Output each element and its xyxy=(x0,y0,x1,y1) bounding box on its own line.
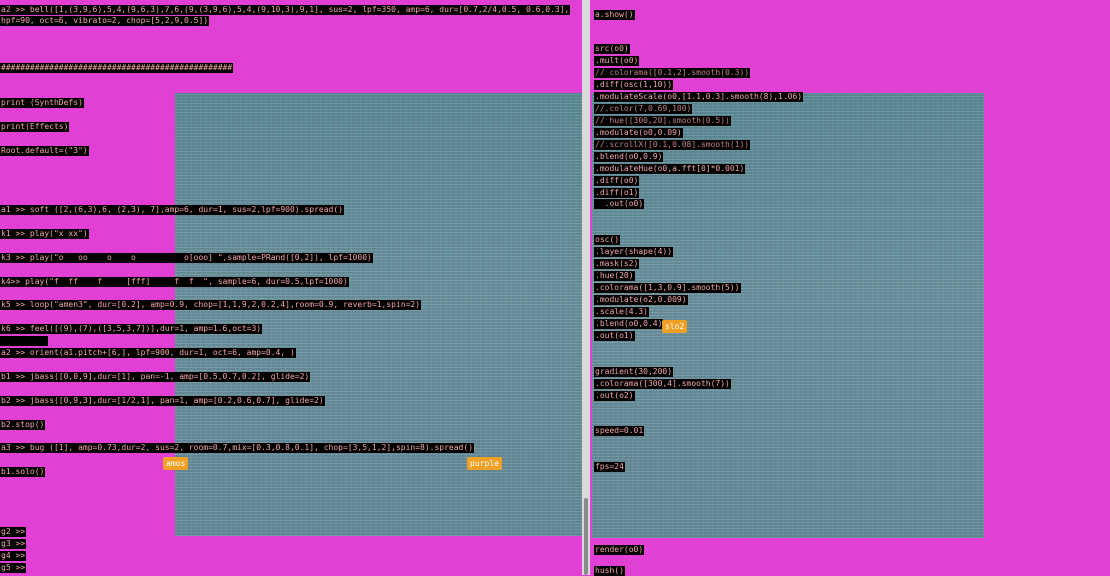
code-line[interactable]: k6 >> feel([(9),(7),([3,5,3,7])],dur=1, … xyxy=(0,324,263,334)
code-line[interactable]: speed=0.01 xyxy=(594,426,645,436)
code-line[interactable]: .blend(o0,0.9) xyxy=(594,152,664,162)
code-line[interactable]: k1 >> play("x xx") xyxy=(0,229,89,239)
code-line[interactable]: a2 >> bell([1,(3,9,6),5,4,(9,6,3),7,6,(9… xyxy=(0,5,571,15)
code-line-comment[interactable]: //.color(7,0.69,100) xyxy=(594,104,693,114)
amos-badge: amos xyxy=(163,457,189,470)
code-line-separator[interactable]: ########################################… xyxy=(0,63,234,73)
code-line[interactable]: .mask(s2) xyxy=(594,259,640,269)
code-line[interactable]: g3 >> xyxy=(0,539,27,549)
code-line[interactable]: .layer(shape(4)) xyxy=(594,247,674,257)
pane-divider[interactable] xyxy=(582,0,590,575)
cursor-block xyxy=(0,336,48,346)
code-line[interactable]: hpf=90, oct=6, vibrato=2, chop=[5,2,9,0.… xyxy=(0,16,210,26)
scrollbar-thumb[interactable] xyxy=(584,498,588,575)
code-line[interactable]: render(o0) xyxy=(594,545,645,555)
code-line[interactable]: a2 >> orient(a1.pitch+[6,], lpf=900, dur… xyxy=(0,348,296,358)
code-line[interactable]: Root.default=("3") xyxy=(0,146,89,156)
code-line[interactable]: print(Effects) xyxy=(0,122,70,132)
code-line[interactable]: .blend(o0,0.4) xyxy=(594,319,664,329)
code-line[interactable]: .hue(20) xyxy=(594,271,635,281)
code-line[interactable]: fps=24 xyxy=(594,462,625,472)
code-line[interactable]: g5 >> xyxy=(0,563,27,573)
code-line[interactable]: g4 >> xyxy=(0,551,27,561)
code-line[interactable]: .diff(o0) xyxy=(594,176,640,186)
code-line[interactable]: .out(o1) xyxy=(594,331,635,341)
code-line[interactable]: .scale(4.3) xyxy=(594,307,649,317)
code-line[interactable]: a1 >> soft ([2,(6,3),6, (2,3), 7],amp=6,… xyxy=(0,205,344,215)
code-line-comment[interactable]: // hue([300,20].smooth(0.5)) xyxy=(594,116,731,126)
code-line[interactable]: .diff(osc(1,10)) xyxy=(594,80,674,90)
code-line-comment[interactable]: // colorama([0.1,2].smooth(0.3)) xyxy=(594,68,751,78)
code-line[interactable]: print (SynthDefs) xyxy=(0,98,84,108)
code-line[interactable]: b2 >> jbass([0,9,3],dur=[1/2,1], pan=1, … xyxy=(0,396,325,406)
code-line[interactable]: .colorama([1,3,0.9].smooth(5)) xyxy=(594,283,741,293)
code-line[interactable]: a.show() xyxy=(594,10,635,20)
code-line[interactable]: b1.solo() xyxy=(0,467,46,477)
code-line[interactable]: .modulateScale(o0,[1.1,0.3].smooth(8),1.… xyxy=(594,92,804,102)
code-line[interactable]: a3 >> bug ([1], amp=0.73,dur=2, sus=2, r… xyxy=(0,443,475,453)
visual-output-left xyxy=(175,93,585,536)
code-line[interactable]: .colorama([300,4].smooth(7)) xyxy=(594,379,731,389)
code-line[interactable]: .modulate(o2,0.009) xyxy=(594,295,688,305)
code-line[interactable]: k4>> play("f ff f [fff] f f ", sample=6,… xyxy=(0,277,349,287)
purple-badge: purple xyxy=(467,457,502,470)
code-line[interactable]: b1 >> jbass([0,0,9],dur=[1], pan=-1, amp… xyxy=(0,372,311,382)
code-line[interactable]: .diff(o1) xyxy=(594,188,640,198)
code-line-comment[interactable]: //.scrollX([0.1,0.08].smooth(1)) xyxy=(594,140,751,150)
code-line[interactable]: osc() xyxy=(594,235,621,245)
code-line[interactable]: .modulate(o0,0.09) xyxy=(594,128,683,138)
code-line[interactable]: .mult(o0) xyxy=(594,56,640,66)
code-line[interactable]: src(o0) xyxy=(594,44,630,54)
slo2-badge: slo2 xyxy=(662,320,688,333)
code-line[interactable]: .modulateHue(o0,a.fft[0]*0.001) xyxy=(594,164,746,174)
code-line[interactable]: g2 >> xyxy=(0,527,27,537)
code-line[interactable]: gradient(30,200) xyxy=(594,367,674,377)
code-line[interactable]: .out(o0) xyxy=(594,199,645,209)
code-line[interactable]: k5 >> loop("amen3", dur=[0.2], amp=0.9, … xyxy=(0,300,422,310)
code-line[interactable]: .out(o2) xyxy=(594,391,635,401)
code-line[interactable]: b2.stop() xyxy=(0,420,46,430)
code-line[interactable]: k3 >> play("o oo o o o[ooo] ",sample=PRa… xyxy=(0,253,373,263)
